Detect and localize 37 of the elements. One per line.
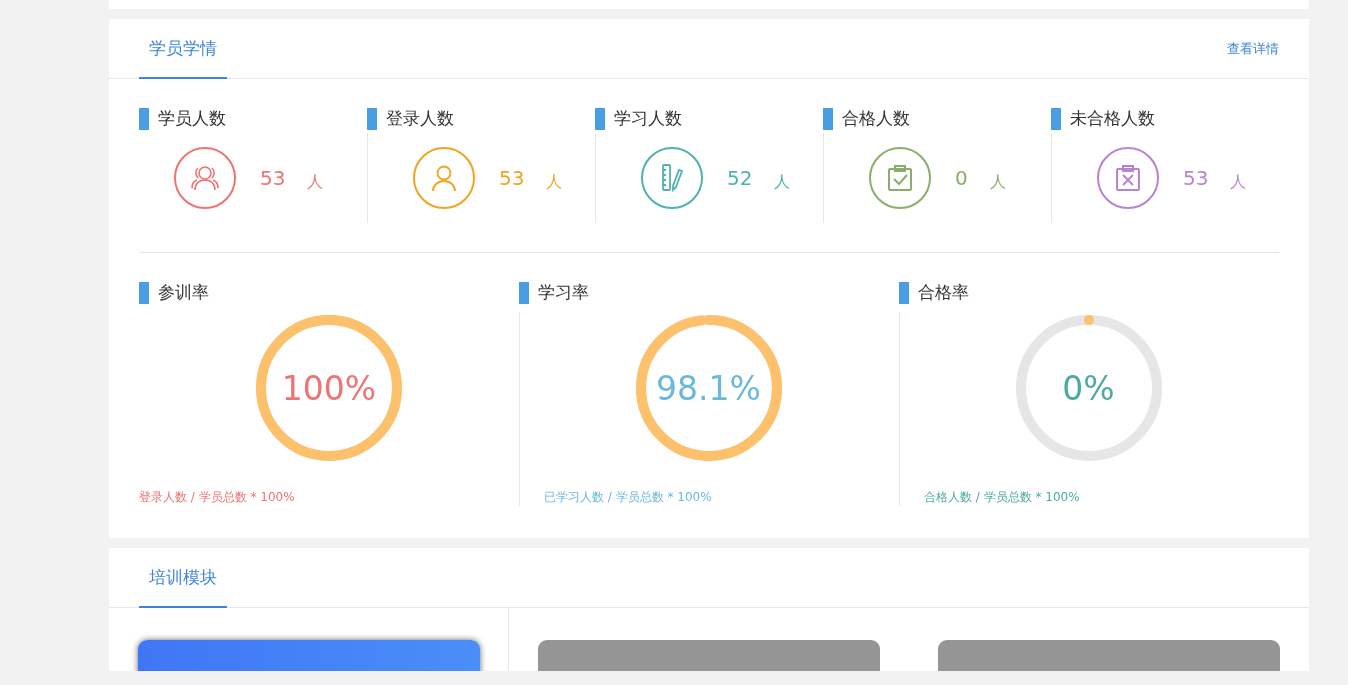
stat-label: 登录人数 [386,107,454,130]
label-marker [595,107,605,130]
label-marker [823,107,833,130]
rate-percent: 98.1% [655,368,762,408]
stat-label: 未合格人数 [1070,107,1155,130]
stat-value: 53 [1183,166,1209,190]
label-marker [139,281,149,304]
label-marker [367,107,377,130]
stat-value: 52 [727,166,753,190]
rate-percent: 100% [280,368,378,408]
stat-unit: 人 [1230,171,1247,193]
rate-formula: 登录人数 / 学员总数 * 100% [139,489,295,506]
stat-unit: 人 [307,171,324,193]
rate-percent: 0% [1061,368,1116,408]
label-marker [1051,107,1061,130]
stat-label: 学习人数 [614,107,682,130]
stat-value: 0 [955,166,968,190]
rate-formula: 合格人数 / 学员总数 * 100% [924,489,1080,506]
label-marker [519,281,529,304]
panel-tab[interactable]: 学员学情 [139,19,227,79]
stat-unit: 人 [774,171,791,193]
rate-formula: 已学习人数 / 学员总数 * 100% [544,489,712,506]
stat-label: 合格人数 [842,107,910,130]
clipboard-check-icon [885,163,915,193]
rate-label: 参训率 [158,281,209,304]
label-marker [899,281,909,304]
stat-label: 学员人数 [158,107,226,130]
stat-unit: 人 [989,171,1006,193]
details-link[interactable]: 查看详情 [1227,39,1279,58]
stat-value: 53 [260,166,286,190]
panel-tab[interactable]: 培训模块 [139,548,227,608]
label-marker [139,107,149,130]
stat-value: 53 [499,166,525,190]
clipboard-x-icon [1113,163,1143,193]
rate-label: 合格率 [918,281,969,304]
stat-unit: 人 [546,171,563,193]
rate-label: 学习率 [538,281,589,304]
